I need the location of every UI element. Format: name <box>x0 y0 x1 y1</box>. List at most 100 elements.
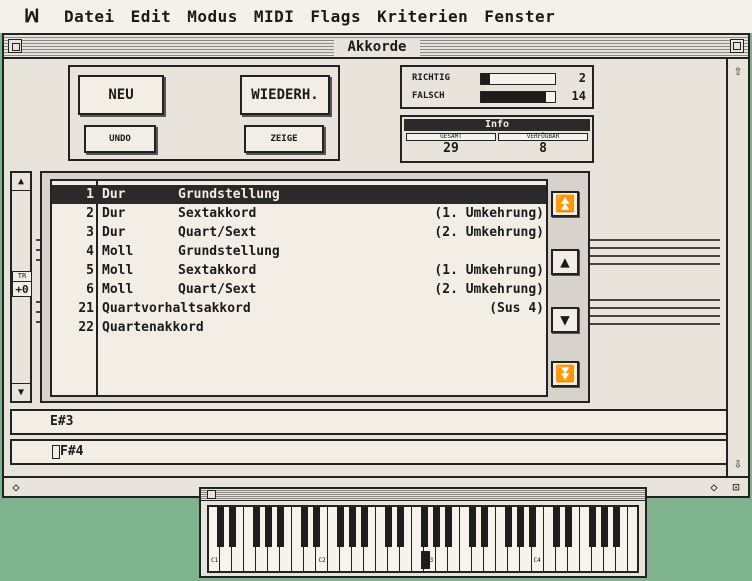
staff-line <box>590 323 720 325</box>
chord-type: Moll <box>102 282 134 297</box>
correct-bar-fill <box>481 74 490 84</box>
black-key[interactable] <box>589 507 596 547</box>
chord-list-item[interactable]: 2 Dur Sextakkord (1. Umkehrung) <box>52 204 546 223</box>
scroll-left-icon[interactable]: ◇ <box>6 478 26 496</box>
menu-flags[interactable]: Flags <box>310 7 361 26</box>
window-vertical-scrollbar[interactable]: ⇧ ⇩ <box>726 59 748 476</box>
chord-list-item[interactable]: 3 Dur Quart/Sext (2. Umkehrung) <box>52 223 546 242</box>
black-key[interactable] <box>601 507 608 547</box>
chord-position: Quart/Sext <box>178 282 257 297</box>
apple-menu-icon[interactable]: ꟽ <box>0 6 64 27</box>
keyboard-window: C1 C2 C3 C4 <box>199 487 647 578</box>
chord-position: Grundstellung <box>178 187 280 202</box>
menu-midi[interactable]: MIDI <box>254 7 295 26</box>
menu-fenster[interactable]: Fenster <box>484 7 555 26</box>
chord-type: Dur <box>102 206 126 221</box>
chord-list-item[interactable]: 4 Moll Grundstellung <box>52 242 546 261</box>
chord-num: 3 <box>86 225 94 240</box>
chord-num: 21 <box>78 301 94 316</box>
black-key[interactable] <box>565 507 572 547</box>
correct-bar <box>480 73 556 85</box>
menu-edit[interactable]: Edit <box>131 7 172 26</box>
chord-list-item[interactable]: 22 Quartenakkord <box>52 318 546 337</box>
zoom-box-icon[interactable] <box>730 39 744 53</box>
correct-row: RICHTIG 2 <box>408 71 588 87</box>
staff-line <box>590 247 720 249</box>
chord-list-frame: 1 Dur Grundstellung 2 Dur Sextakkord (1. Umkeh… <box>40 171 590 403</box>
black-key[interactable] <box>361 507 368 547</box>
scroll-up-icon[interactable]: ▲ <box>12 173 30 191</box>
score-box: RICHTIG 2 FALSCH 14 <box>400 65 594 109</box>
note-field-2-text: F#4 <box>60 444 84 459</box>
window-title: Akkorde <box>334 38 420 56</box>
menu-kriterien[interactable]: Kriterien <box>377 7 468 26</box>
chord-type: Quartvorhaltsakkord <box>102 301 251 316</box>
black-key[interactable] <box>313 507 320 547</box>
scroll-up-icon[interactable]: ⇧ <box>728 61 748 81</box>
black-key[interactable] <box>277 507 284 547</box>
black-key[interactable] <box>265 507 272 547</box>
last-chord-button[interactable]: ⏬ <box>551 361 579 387</box>
scroll-right-icon[interactable]: ◇ <box>704 478 724 496</box>
repeat-button[interactable]: WIEDERH. <box>240 75 330 115</box>
black-key[interactable] <box>421 507 428 547</box>
black-key[interactable] <box>397 507 404 547</box>
chord-list-item[interactable]: 21 Quartvorhaltsakkord (Sus 4) <box>52 299 546 318</box>
chord-note: (Sus 4) <box>489 301 544 316</box>
wrong-bar-fill <box>481 92 547 102</box>
first-chord-button[interactable]: ⏫ <box>551 191 579 217</box>
black-key[interactable] <box>301 507 308 547</box>
transpose-value: +0 <box>15 283 29 296</box>
chord-list-item[interactable]: 6 Moll Quart/Sext (2. Umkehrung) <box>52 280 546 299</box>
grow-box-icon[interactable]: ⊡ <box>726 478 746 496</box>
chord-note: (2. Umkehrung) <box>434 282 544 297</box>
keyboard-titlebar[interactable] <box>201 489 645 501</box>
new-button[interactable]: NEU <box>78 75 164 115</box>
octave-label: C2 <box>318 557 326 564</box>
note-field-1-text: E#3 <box>50 414 74 429</box>
next-chord-button[interactable]: ▼ <box>551 307 579 333</box>
piano-keyboard[interactable]: C1 C2 C3 C4 <box>207 505 639 573</box>
black-key[interactable] <box>613 507 620 547</box>
show-button[interactable]: ZEIGE <box>244 125 324 153</box>
undo-button[interactable]: UNDO <box>84 125 156 153</box>
note-field-2[interactable]: F#4 <box>10 439 728 465</box>
black-key[interactable] <box>253 507 260 547</box>
black-key[interactable] <box>505 507 512 547</box>
black-key[interactable] <box>469 507 476 547</box>
close-box-icon[interactable] <box>207 490 216 499</box>
chord-list-item[interactable]: 1 Dur Grundstellung <box>52 185 546 204</box>
chords-window: Akkorde NEU WIEDERH. UNDO ZEIGE RICHTIG … <box>2 33 750 498</box>
black-key[interactable] <box>433 507 440 547</box>
info-box: Info GESAMT 29 VERFÜGBAR 8 <box>400 115 594 163</box>
octave-label: C1 <box>211 557 219 564</box>
black-key[interactable] <box>529 507 536 547</box>
black-key[interactable] <box>481 507 488 547</box>
prev-chord-button[interactable]: ▲ <box>551 249 579 275</box>
note-field-1[interactable]: E#3 <box>10 409 728 435</box>
info-title: Info <box>404 119 590 131</box>
menu-modus[interactable]: Modus <box>187 7 238 26</box>
wrong-bar <box>480 91 556 103</box>
chord-type: Dur <box>102 225 126 240</box>
black-key[interactable] <box>349 507 356 547</box>
scroll-down-icon[interactable]: ⇩ <box>728 454 748 474</box>
black-key[interactable] <box>553 507 560 547</box>
chord-note: (2. Umkehrung) <box>434 225 544 240</box>
scroll-down-icon[interactable]: ▼ <box>12 383 30 401</box>
close-box-icon[interactable] <box>8 39 22 53</box>
chord-list-item[interactable]: 5 Moll Sextakkord (1. Umkehrung) <box>52 261 546 280</box>
wrong-label: FALSCH <box>412 91 445 101</box>
chord-position: Sextakkord <box>178 263 257 278</box>
black-key[interactable] <box>445 507 452 547</box>
black-key[interactable] <box>217 507 224 547</box>
black-key[interactable] <box>337 507 344 547</box>
menu-datei[interactable]: Datei <box>64 7 115 26</box>
window-titlebar[interactable]: Akkorde <box>4 35 748 59</box>
black-key[interactable] <box>385 507 392 547</box>
chord-position: Grundstellung <box>178 244 280 259</box>
black-key[interactable] <box>517 507 524 547</box>
transpose-control[interactable]: TR +0 <box>12 271 32 297</box>
staff-line <box>590 239 720 241</box>
black-key[interactable] <box>229 507 236 547</box>
